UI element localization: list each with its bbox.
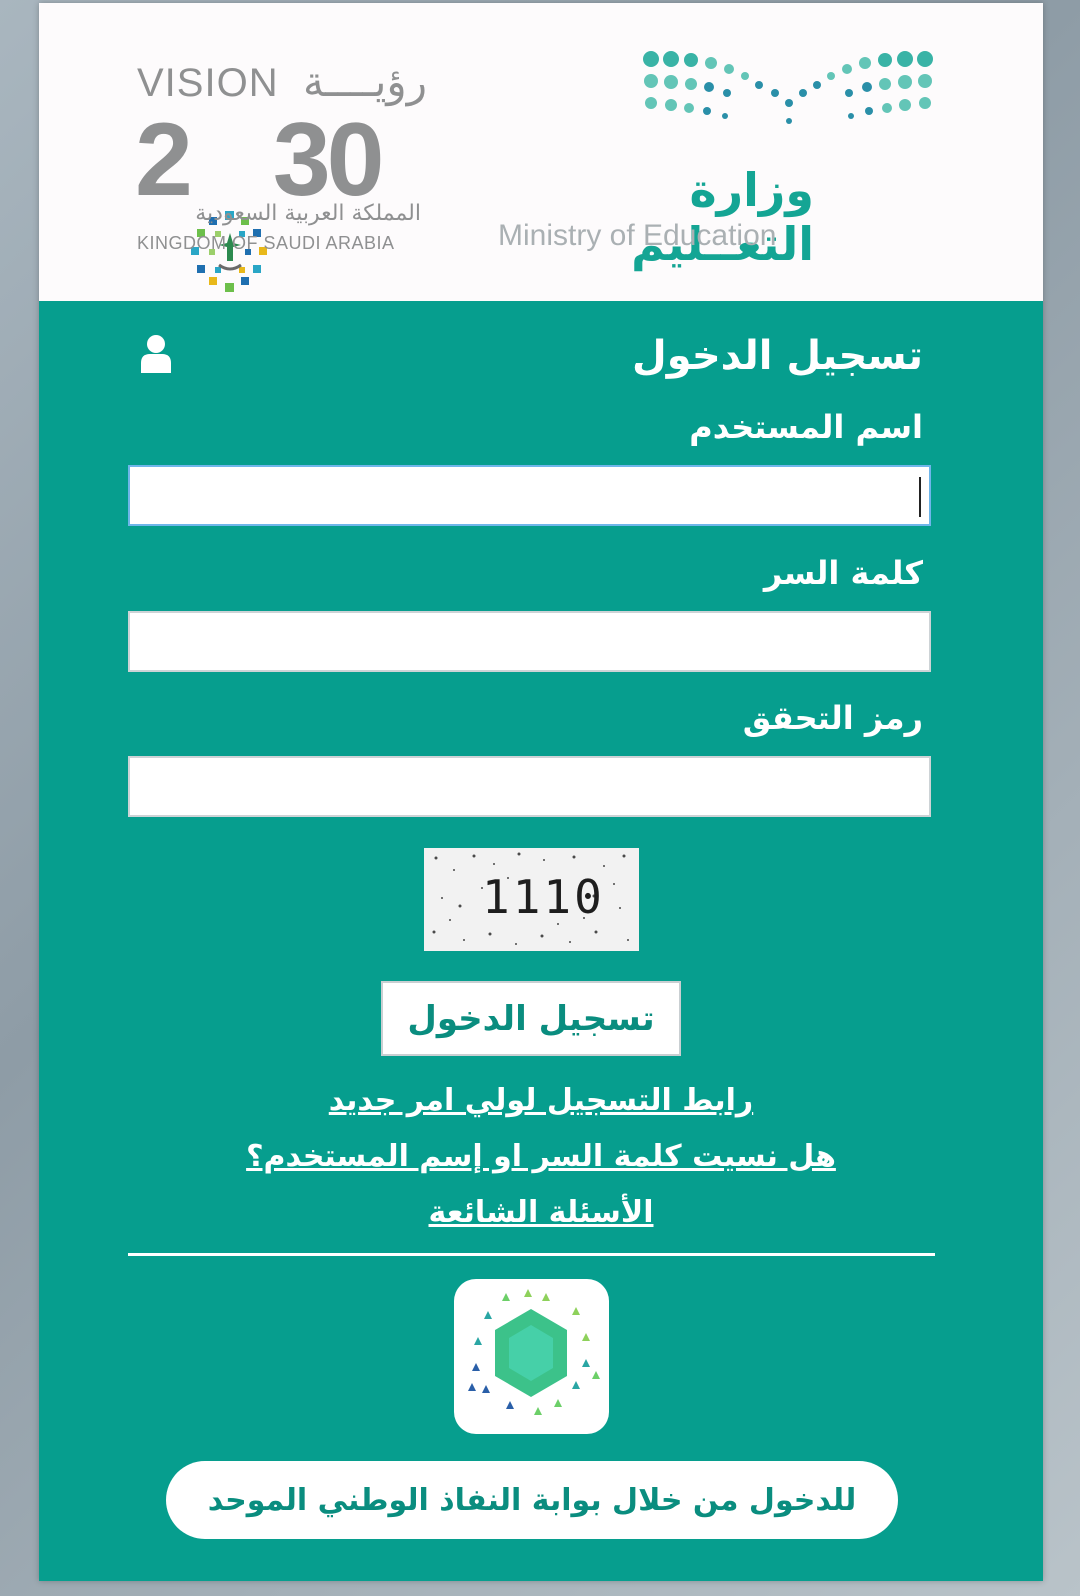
guardian-register-link[interactable]: رابط التسجيل لولي امر جديد	[39, 1083, 1043, 1118]
password-label: كلمة السر	[763, 554, 923, 592]
ministry-english-name: Ministry of Education	[498, 219, 777, 252]
text-caret	[919, 477, 921, 517]
ministry-arabic-name: وزارة التعــليم	[631, 163, 814, 271]
faq-link[interactable]: الأسئلة الشائعة	[39, 1195, 1043, 1230]
username-label: اسم المستخدم	[689, 408, 923, 446]
vision-word: VISION	[137, 61, 279, 105]
captcha-field-wrapper	[128, 756, 931, 817]
vision-arabic-word: رؤيــــة	[303, 57, 427, 106]
vision-ksa-arabic: المملكة العربية السعودية	[195, 201, 421, 226]
vision-2030-logo: VISION رؤيــــة 2 30 المملكة العربية الس…	[135, 57, 427, 292]
password-field-wrapper	[128, 611, 931, 672]
ministry-logo: وزارة التعــليم Ministry of Education	[494, 45, 954, 271]
login-title: تسجيل الدخول	[632, 333, 923, 379]
captcha-input[interactable]	[130, 758, 929, 815]
captcha-image: 1110	[424, 848, 639, 951]
nafath-icon	[468, 1289, 600, 1415]
username-field-wrapper	[128, 465, 931, 526]
divider	[128, 1253, 935, 1256]
vision-year-left: 2	[135, 102, 193, 218]
captcha-code: 1110	[482, 870, 605, 924]
vision-ksa-english: KINGDOM OF SAUDI ARABIA	[137, 233, 395, 253]
header: VISION رؤيــــة 2 30 المملكة العربية الس…	[39, 3, 1043, 301]
password-input[interactable]	[130, 613, 929, 670]
nafath-logo[interactable]	[454, 1279, 609, 1434]
nafath-login-button[interactable]: للدخول من خلال بوابة النفاذ الوطني الموح…	[166, 1461, 898, 1539]
username-input[interactable]	[130, 467, 929, 524]
user-icon	[141, 335, 171, 373]
ministry-dots-icon	[643, 51, 933, 124]
captcha-label: رمز التحقق	[742, 699, 923, 737]
forgot-credentials-link[interactable]: هل نسيت كلمة السر او إسم المستخدم؟	[39, 1139, 1043, 1174]
login-card: VISION رؤيــــة 2 30 المملكة العربية الس…	[39, 3, 1043, 1581]
login-button[interactable]: تسجيل الدخول	[381, 981, 681, 1056]
